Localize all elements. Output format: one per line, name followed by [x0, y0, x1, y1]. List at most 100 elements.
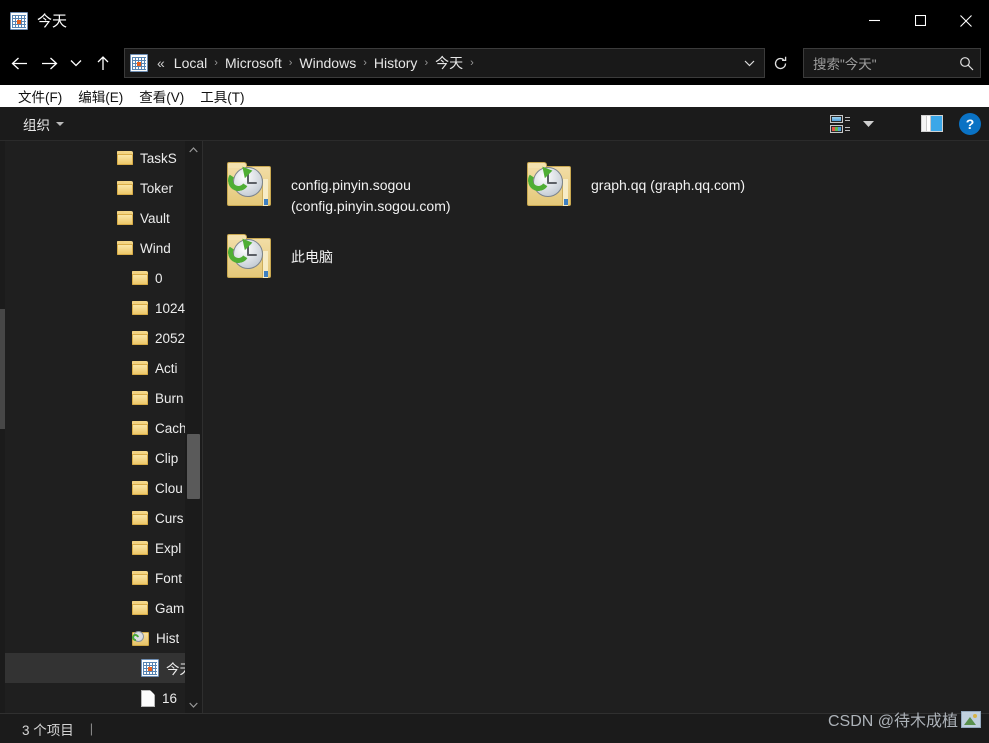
breadcrumb-item-microsoft[interactable]: Microsoft: [220, 53, 287, 73]
command-bar: 组织 ?: [0, 107, 989, 141]
file-list: config.pinyin.sogou (config.pinyin.sogou…: [202, 141, 989, 713]
folder-icon: [132, 541, 148, 555]
history-folder-icon: [225, 233, 275, 281]
scrollbar-thumb[interactable]: [187, 434, 200, 499]
menu-tools[interactable]: 工具(T): [192, 84, 252, 108]
tree-item-label: Clou: [155, 480, 183, 496]
view-options-icon: [830, 114, 850, 133]
scroll-down-button[interactable]: [185, 696, 202, 713]
menu-file[interactable]: 文件(F): [10, 84, 70, 108]
history-folder-icon: [525, 161, 575, 209]
scrollbar-track[interactable]: [185, 158, 202, 696]
explorer-window: 今天 « Local › Microsoft › Windows › Histo…: [0, 0, 989, 743]
chevron-down-icon: [862, 115, 875, 133]
folder-icon: [132, 511, 148, 525]
forward-button[interactable]: [34, 47, 64, 79]
folder-icon: [132, 301, 148, 315]
chevron-right-icon: ›: [214, 57, 218, 69]
status-separator: |: [89, 721, 94, 736]
tree-item-cloudstore[interactable]: Clou: [5, 473, 202, 503]
address-bar[interactable]: « Local › Microsoft › Windows › History …: [124, 48, 765, 78]
tree-item-token[interactable]: Toker: [5, 173, 202, 203]
view-options-dropdown-button[interactable]: [856, 110, 881, 138]
close-button[interactable]: [943, 0, 989, 41]
window-body: TaskS Toker Vault Wind 0 1024 2052 Acti …: [0, 141, 989, 713]
breadcrumb: « Local › Microsoft › Windows › History …: [125, 51, 734, 75]
preview-pane-icon: [921, 115, 943, 132]
file-name: 此电脑: [291, 249, 333, 265]
help-button[interactable]: ?: [959, 112, 981, 135]
breadcrumb-calendar-today-icon: [130, 54, 148, 72]
folder-icon: [132, 271, 148, 285]
command-bar-right: ?: [824, 110, 981, 138]
folder-icon: [117, 181, 133, 195]
recent-locations-button[interactable]: [64, 47, 88, 79]
folder-icon: [132, 571, 148, 585]
folder-icon: [132, 361, 148, 375]
tree-item-history[interactable]: Hist: [5, 623, 202, 653]
menu-edit[interactable]: 编辑(E): [70, 84, 131, 108]
folder-icon: [117, 211, 133, 225]
tree-item-label: 0: [155, 270, 163, 286]
view-options-button[interactable]: [824, 110, 856, 138]
folder-tree: TaskS Toker Vault Wind 0 1024 2052 Acti …: [5, 141, 202, 713]
maximize-button[interactable]: [897, 0, 943, 41]
tree-item-caches[interactable]: Cach: [5, 413, 202, 443]
tree-item-label: Hist: [156, 630, 180, 646]
tree-item-vault[interactable]: Vault: [5, 203, 202, 233]
window-title: 今天: [37, 13, 68, 30]
tree-item-explorer[interactable]: Expl: [5, 533, 202, 563]
breadcrumb-item-history[interactable]: History: [369, 53, 423, 73]
tree-item-label: Cach: [155, 420, 187, 436]
tree-item-label: 2052: [155, 330, 186, 346]
tree-item-label: Curs: [155, 510, 184, 526]
tree-item-label: Toker: [140, 180, 174, 196]
tree-item-clipboard[interactable]: Clip: [5, 443, 202, 473]
navigation-pane-scrollbar[interactable]: [185, 141, 202, 713]
tree-item-gamedvr[interactable]: Gam: [5, 593, 202, 623]
breadcrumb-item-today[interactable]: 今天: [430, 51, 468, 75]
tree-item-16[interactable]: 16: [5, 683, 202, 713]
menu-view[interactable]: 查看(V): [131, 84, 192, 108]
folder-icon: [132, 451, 148, 465]
tree-item-0[interactable]: 0: [5, 263, 202, 293]
breadcrumb-overflow[interactable]: «: [153, 53, 169, 73]
chevron-right-icon: ›: [470, 57, 474, 69]
chevron-down-icon: [56, 121, 64, 126]
tree-item-fonts[interactable]: Font: [5, 563, 202, 593]
breadcrumb-item-local[interactable]: Local: [169, 53, 212, 73]
minimize-button[interactable]: [851, 0, 897, 41]
scroll-up-button[interactable]: [185, 141, 202, 158]
organize-button[interactable]: 组织: [16, 111, 71, 137]
navigation-bar: « Local › Microsoft › Windows › History …: [0, 41, 989, 85]
breadcrumb-item-windows[interactable]: Windows: [294, 53, 361, 73]
preview-pane-button[interactable]: [915, 110, 949, 138]
tree-item-tasks[interactable]: TaskS: [5, 143, 202, 173]
tree-item-label: Clip: [155, 450, 179, 466]
list-item[interactable]: 此电脑: [217, 227, 517, 299]
navigation-pane: TaskS Toker Vault Wind 0 1024 2052 Acti …: [5, 141, 202, 713]
chevron-right-icon: ›: [424, 57, 429, 69]
status-bar: 3 个项目 |: [0, 713, 989, 743]
search-box[interactable]: 搜索"今天": [803, 48, 981, 78]
title-bar-left: 今天: [0, 10, 851, 31]
tree-item-label: Gam: [155, 600, 185, 616]
tree-item-action[interactable]: Acti: [5, 353, 202, 383]
history-folder-icon: [225, 161, 275, 209]
tree-item-windows[interactable]: Wind: [5, 233, 202, 263]
back-button[interactable]: [4, 47, 34, 79]
tree-item-burn[interactable]: Burn: [5, 383, 202, 413]
tree-item-1024[interactable]: 1024: [5, 293, 202, 323]
refresh-button[interactable]: [765, 49, 795, 77]
address-dropdown-button[interactable]: [734, 49, 764, 77]
folder-icon: [132, 601, 148, 615]
list-item[interactable]: config.pinyin.sogou (config.pinyin.sogou…: [217, 155, 517, 227]
tree-item-cursors[interactable]: Curs: [5, 503, 202, 533]
search-input[interactable]: 搜索"今天": [813, 53, 959, 73]
window-controls: [851, 0, 989, 41]
file-name: config.pinyin.sogou (config.pinyin.sogou…: [291, 177, 451, 214]
tree-item-today[interactable]: 今天: [5, 653, 202, 683]
list-item[interactable]: graph.qq (graph.qq.com): [517, 155, 817, 227]
up-button[interactable]: [88, 47, 118, 79]
tree-item-2052[interactable]: 2052: [5, 323, 202, 353]
